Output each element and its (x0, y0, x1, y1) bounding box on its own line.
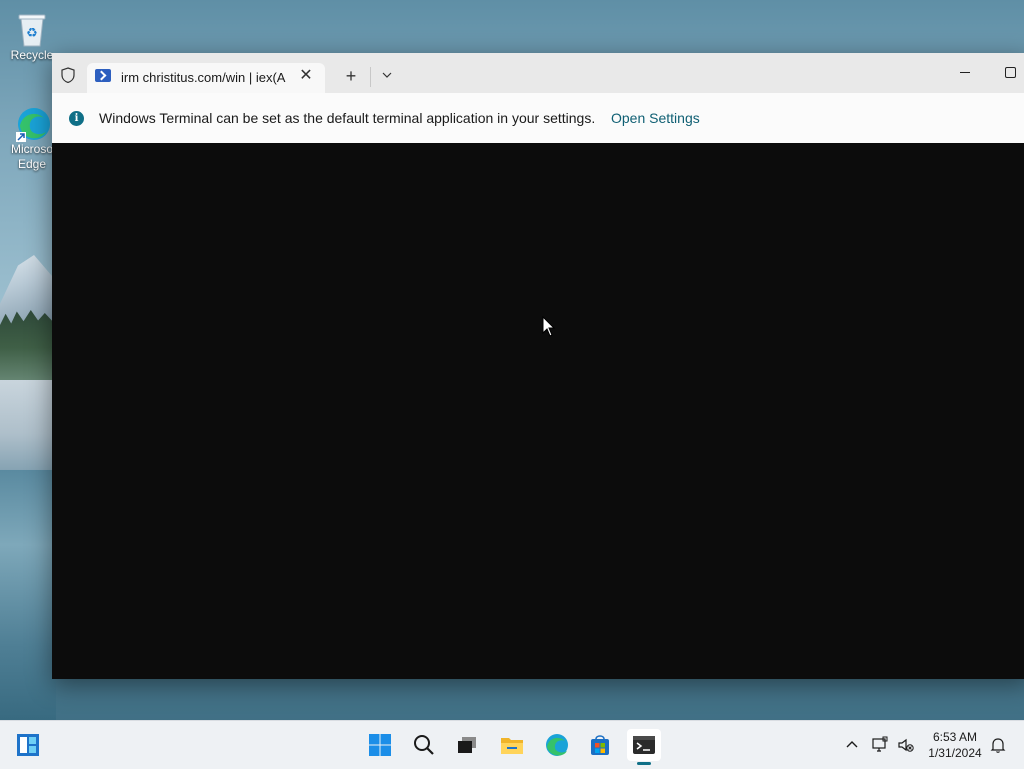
terminal-taskbar-button[interactable] (627, 729, 661, 765)
edge-taskbar-button[interactable] (540, 729, 574, 761)
maximize-button[interactable] (996, 61, 1024, 83)
divider (370, 67, 371, 87)
wallpaper-water (0, 470, 56, 720)
clock-date: 1/31/2024 (928, 746, 982, 760)
network-icon (872, 736, 888, 752)
new-tab-button[interactable]: + (340, 65, 362, 87)
info-icon: i (69, 111, 84, 126)
edge-icon (546, 734, 568, 756)
tab-powershell[interactable]: irm christitus.com/win | iex(Ac ✕ (87, 63, 325, 93)
powershell-icon (95, 69, 111, 82)
volume-button[interactable] (896, 735, 916, 755)
store-button[interactable] (583, 729, 617, 761)
show-hidden-icons-button[interactable] (842, 735, 862, 755)
mouse-pointer-icon (542, 315, 556, 338)
start-icon (369, 734, 391, 756)
open-settings-link[interactable]: Open Settings (611, 110, 700, 126)
terminal-icon (633, 736, 655, 754)
taskbar: 6:53 AM 1/31/2024 (0, 720, 1024, 769)
search-icon (414, 735, 434, 755)
network-button[interactable] (870, 735, 890, 755)
file-explorer-icon (501, 738, 523, 754)
chevron-up-icon (846, 741, 858, 748)
terminal-window: irm christitus.com/win | iex(Ac ✕ + i Wi… (52, 53, 1024, 679)
file-explorer-button[interactable] (495, 729, 529, 761)
notifications-button[interactable] (988, 735, 1008, 755)
widgets-icon (17, 734, 39, 756)
active-indicator (637, 762, 651, 765)
wallpaper-trees (0, 310, 56, 385)
search-button[interactable] (407, 729, 441, 761)
info-bar: i Windows Terminal can be set as the def… (52, 93, 1024, 143)
minimize-button[interactable] (950, 61, 980, 83)
edge-icon (14, 104, 50, 142)
tab-title: irm christitus.com/win | iex(Ac (121, 70, 286, 85)
task-view-button[interactable] (450, 729, 484, 761)
system-clock[interactable]: 6:53 AM 1/31/2024 (920, 729, 990, 761)
store-icon (591, 735, 609, 755)
tab-close-icon[interactable]: ✕ (297, 67, 315, 85)
title-bar[interactable]: irm christitus.com/win | iex(Ac ✕ + (52, 53, 1024, 93)
chevron-down-icon (382, 72, 392, 78)
wallpaper-snow (0, 380, 56, 470)
notification-bell-icon (990, 738, 1006, 753)
start-button[interactable] (363, 729, 397, 761)
shield-icon (60, 67, 76, 84)
console-area[interactable] (52, 143, 1024, 679)
info-message: Windows Terminal can be set as the defau… (99, 110, 596, 126)
task-view-icon (458, 737, 476, 753)
svg-text:♻: ♻ (26, 26, 38, 41)
volume-muted-icon (898, 738, 914, 752)
tab-dropdown-button[interactable] (377, 65, 397, 85)
clock-time: 6:53 AM (932, 730, 978, 744)
widgets-button[interactable] (11, 729, 45, 761)
recycle-bin-icon: ♻ (14, 10, 50, 48)
